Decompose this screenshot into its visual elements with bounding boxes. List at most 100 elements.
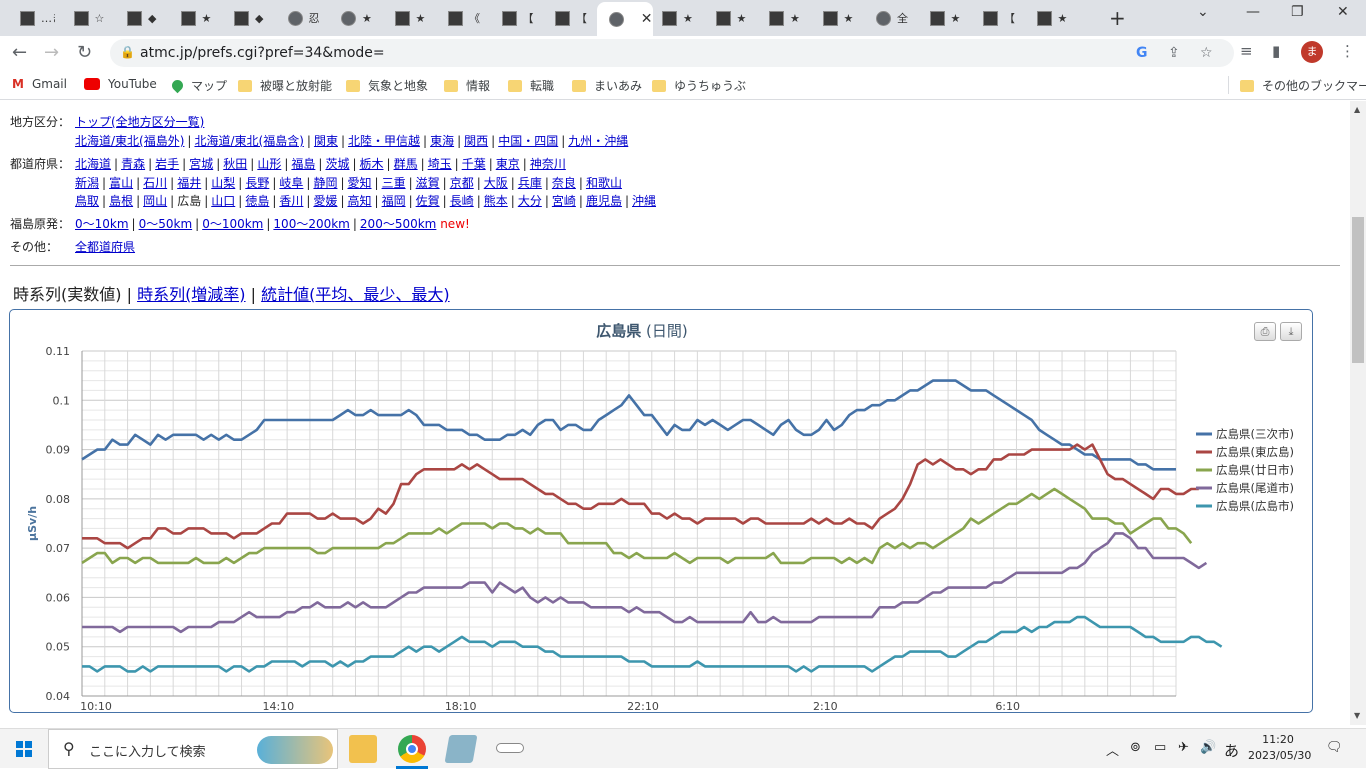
windows-start-icon[interactable]	[16, 741, 32, 757]
pref-link[interactable]: 茨城	[325, 157, 349, 171]
pref-link[interactable]: 愛知	[348, 176, 372, 190]
clock[interactable]: 11:20 2023/05/30	[1248, 732, 1311, 764]
bookmark-folder-youtube[interactable]: ゆうちゅうぶ	[652, 77, 746, 94]
fukushima-range-link[interactable]: 0〜100km	[202, 217, 263, 231]
pref-link[interactable]: 石川	[143, 176, 167, 190]
pref-link[interactable]: 三重	[382, 176, 406, 190]
browser-tab[interactable]: 【	[490, 4, 544, 32]
profile-avatar[interactable]: ま	[1301, 41, 1323, 63]
pref-link[interactable]: 滋賀	[416, 176, 440, 190]
browser-tab[interactable]: ◆	[115, 4, 169, 32]
airplane-mode-icon[interactable]: ✈	[1178, 740, 1189, 755]
region-link[interactable]: 中国・四国	[498, 134, 558, 148]
address-bar[interactable]: 🔒 atmc.jp/prefs.cgi?pref=34&mode= G ⇪ ☆	[110, 39, 1234, 67]
pref-link[interactable]: 東京	[496, 157, 520, 171]
browser-tab[interactable]: ★	[757, 4, 811, 32]
pref-link[interactable]: 沖縄	[632, 194, 656, 208]
pref-link[interactable]: 福岡	[382, 194, 406, 208]
bookmark-folder-weather[interactable]: 気象と地象	[346, 77, 428, 94]
pref-link[interactable]: 大阪	[484, 176, 508, 190]
pref-link[interactable]: 新潟	[75, 176, 99, 190]
pref-link[interactable]: 徳島	[245, 194, 269, 208]
bookmark-folder-job[interactable]: 転職	[508, 77, 554, 94]
pref-link[interactable]: 神奈川	[530, 157, 566, 171]
pref-link[interactable]: 山梨	[211, 176, 235, 190]
fukushima-range-link[interactable]: 200〜500km	[360, 217, 436, 231]
page-scrollbar[interactable]: ▲ ▼	[1350, 101, 1366, 725]
bookmark-star-icon[interactable]: ☆	[1200, 45, 1213, 61]
browser-tab[interactable]: ★	[704, 4, 758, 32]
region-link[interactable]: 北海道/東北(福島含)	[194, 134, 303, 148]
browser-tab[interactable]: ★	[811, 4, 865, 32]
fukushima-range-link[interactable]: 100〜200km	[273, 217, 349, 231]
pref-link[interactable]: 岩手	[155, 157, 179, 171]
pref-link[interactable]: 兵庫	[518, 176, 542, 190]
close-window-button[interactable]: ✕	[1337, 4, 1349, 20]
browser-tab[interactable]: ◆	[222, 4, 276, 32]
notepad-icon[interactable]	[444, 735, 478, 763]
pref-link[interactable]: 群馬	[394, 157, 418, 171]
browser-tab[interactable]: ★	[918, 4, 972, 32]
region-link[interactable]: 東海	[430, 134, 454, 148]
menu-icon[interactable]: ⋮	[1340, 42, 1355, 60]
ime-indicator[interactable]: あ	[1224, 740, 1239, 761]
new-tab-button[interactable]: +	[1109, 6, 1126, 30]
browser-tab[interactable]: ★	[329, 4, 383, 32]
pref-link[interactable]: 愛媛	[313, 194, 337, 208]
pref-link[interactable]: 熊本	[484, 194, 508, 208]
google-icon[interactable]: G	[1136, 45, 1148, 61]
pref-link[interactable]: 北海道	[75, 157, 111, 171]
region-link[interactable]: 北陸・甲信越	[348, 134, 420, 148]
pref-link[interactable]: 岡山	[143, 194, 167, 208]
pref-link[interactable]: 香川	[279, 194, 303, 208]
browser-tab[interactable]: ☆	[62, 4, 116, 32]
bookmark-folder-maiami[interactable]: まいあみ	[572, 77, 642, 94]
pref-link[interactable]: 奈良	[552, 176, 576, 190]
region-top-link[interactable]: トップ(全地方区分一覧)	[75, 115, 204, 129]
pref-link[interactable]: 富山	[109, 176, 133, 190]
back-icon[interactable]: ←	[12, 42, 27, 63]
pref-link[interactable]: 千葉	[462, 157, 486, 171]
pref-link[interactable]: 島根	[109, 194, 133, 208]
share-icon[interactable]: ⇪	[1168, 45, 1180, 61]
battery-icon[interactable]: ▭	[1154, 740, 1166, 755]
reload-icon[interactable]: ↻	[77, 42, 92, 63]
fukushima-range-link[interactable]: 0〜10km	[75, 217, 129, 231]
pref-link[interactable]: 宮城	[189, 157, 213, 171]
maximize-button[interactable]: ❐	[1291, 4, 1304, 20]
pref-link[interactable]: 秋田	[223, 157, 247, 171]
chrome-icon[interactable]	[398, 735, 426, 763]
pref-link[interactable]: 山口	[211, 194, 235, 208]
tab-search-icon[interactable]: ⌄	[1197, 4, 1209, 20]
bookmark-folder-radiation[interactable]: 被曝と放射能	[238, 77, 332, 94]
pref-link[interactable]: 福井	[177, 176, 201, 190]
browser-tab[interactable]: ★	[169, 4, 223, 32]
pref-link[interactable]: 栃木	[360, 157, 384, 171]
browser-tab[interactable]: …き	[8, 4, 62, 32]
mode-stats-link[interactable]: 統計値(平均、最少、最大)	[261, 285, 450, 304]
pref-link[interactable]: 長野	[245, 176, 269, 190]
bookmark-youtube[interactable]: YouTube	[84, 77, 157, 91]
camera-icon[interactable]: ⊚	[1130, 740, 1141, 755]
scroll-down-icon[interactable]: ▼	[1354, 711, 1360, 720]
pref-link[interactable]: 福島	[291, 157, 315, 171]
scroll-thumb[interactable]	[1352, 217, 1364, 363]
pref-link[interactable]: 鳥取	[75, 194, 99, 208]
pref-link[interactable]: 和歌山	[586, 176, 622, 190]
airplane-app-icon[interactable]	[496, 743, 524, 753]
tray-overflow-icon[interactable]: ︿	[1106, 740, 1119, 759]
bookmark-maps[interactable]: マップ	[169, 77, 227, 94]
bookmark-gmail[interactable]: M Gmail	[12, 77, 67, 91]
volume-icon[interactable]: 🔊	[1200, 740, 1216, 755]
pref-link[interactable]: 高知	[348, 194, 372, 208]
pref-link[interactable]: 岐阜	[279, 176, 303, 190]
pref-link[interactable]: 宮崎	[552, 194, 576, 208]
browser-tab[interactable]: ✕	[596, 2, 653, 36]
browser-tab[interactable]: 《	[436, 4, 490, 32]
pref-link[interactable]: 大分	[518, 194, 542, 208]
fukushima-range-link[interactable]: 0〜50km	[139, 217, 193, 231]
taskbar-search[interactable]: ⚲ ここに入力して検索	[48, 729, 338, 769]
browser-tab[interactable]: ★	[383, 4, 437, 32]
pref-link[interactable]: 山形	[257, 157, 281, 171]
region-link[interactable]: 北海道/東北(福島外)	[75, 134, 184, 148]
